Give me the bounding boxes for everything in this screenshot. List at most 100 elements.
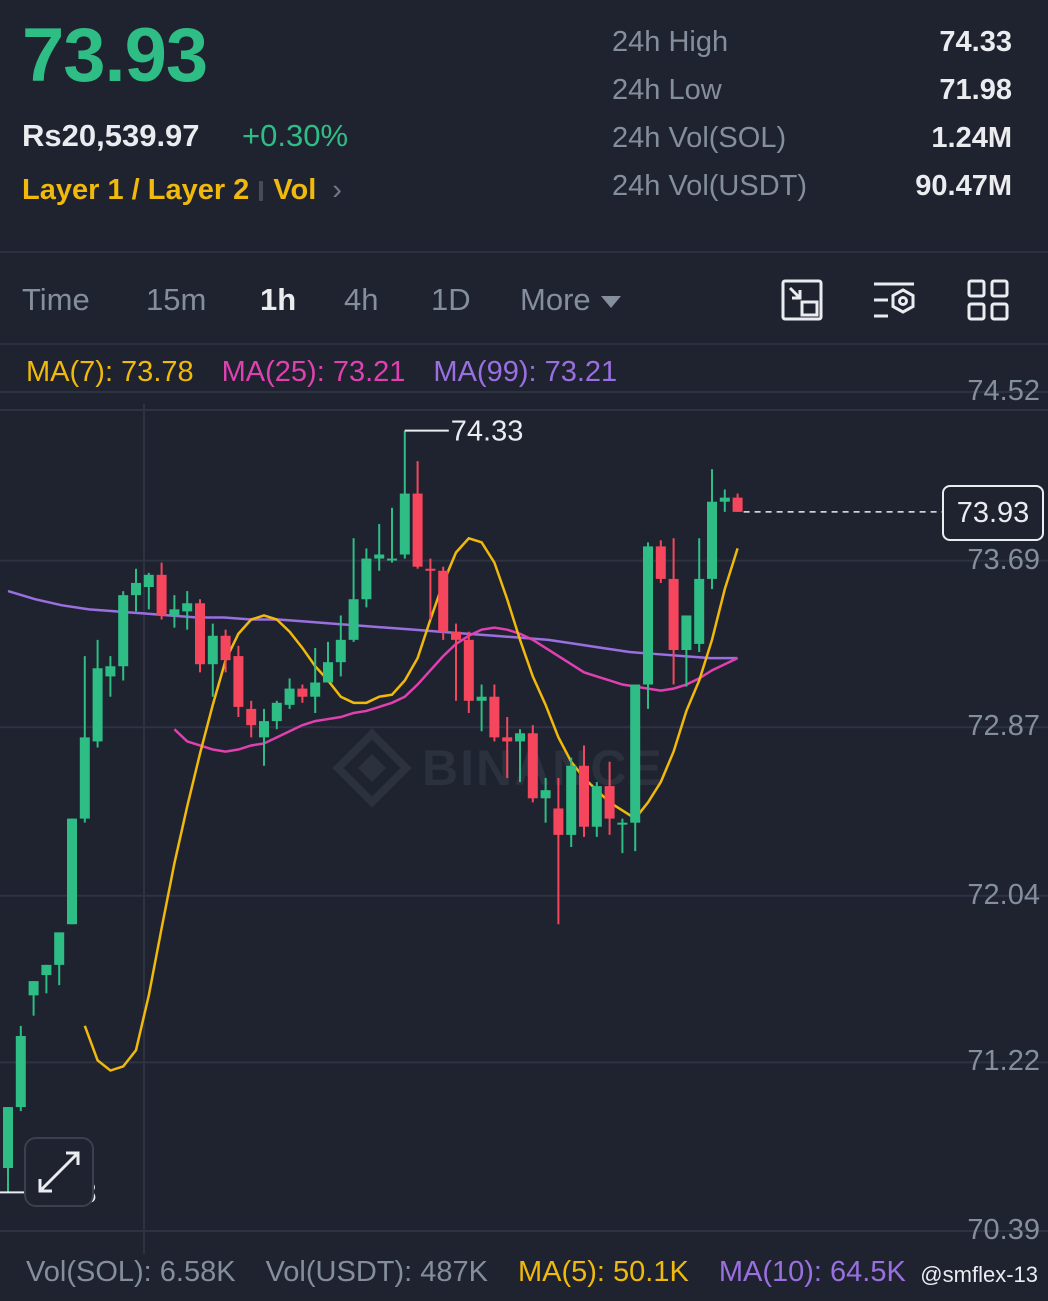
candle-body xyxy=(335,639,346,663)
candle-body xyxy=(67,818,77,925)
y-axis-tick-label: 72.87 xyxy=(967,710,1040,743)
candle-body xyxy=(259,721,269,738)
chart-type-icon[interactable] xyxy=(780,278,824,322)
vol-usdt: Vol(USDT): 487K xyxy=(265,1256,488,1288)
stat-value: 74.33 xyxy=(939,26,1012,58)
candle-body xyxy=(527,733,538,799)
stat-24h-vol-usdt: 24h Vol(USDT) 90.47M xyxy=(612,170,1012,218)
candle-body xyxy=(668,578,679,650)
stat-24h-high: 24h High 74.33 xyxy=(612,26,1012,74)
max-price-label: 74.33 xyxy=(451,416,524,448)
candle-body xyxy=(681,615,692,650)
candle-body xyxy=(707,501,717,579)
vol-sol: Vol(SOL): 6.58K xyxy=(26,1256,236,1288)
tag-layer[interactable]: Layer 1 / Layer 2 xyxy=(22,174,249,206)
candle-body xyxy=(655,546,666,579)
ticker-header: 73.93 Rs20,539.97 +0.30% Layer 1 / Layer… xyxy=(0,0,1048,252)
candle-body xyxy=(399,493,410,555)
stat-label: 24h Low xyxy=(612,74,722,106)
candle-body xyxy=(579,765,589,827)
indicator-settings-icon[interactable] xyxy=(872,278,916,322)
layout-grid-icon[interactable] xyxy=(966,278,1010,322)
price-chart[interactable]: BINANCE 74.3370.58 xyxy=(0,344,1048,1254)
candle-body xyxy=(143,574,154,588)
tag-vol[interactable]: Vol xyxy=(273,174,316,206)
tags-row[interactable]: Layer 1 / Layer 2 Vol › xyxy=(22,174,342,207)
candle-body xyxy=(643,546,653,685)
candle-body xyxy=(79,737,90,819)
candle-body xyxy=(195,603,205,665)
chart-annotations: 74.3370.58 xyxy=(0,416,942,1209)
candle-body xyxy=(15,1035,26,1108)
binance-watermark: BINANCE xyxy=(332,728,664,808)
stat-label: 24h Vol(USDT) xyxy=(612,170,808,202)
candle-body xyxy=(233,656,244,707)
fiat-price: Rs20,539.97 xyxy=(22,118,200,153)
candle-body xyxy=(169,609,180,616)
candle-body xyxy=(374,554,385,559)
ma7-value: MA(7): 73.78 xyxy=(26,356,194,388)
watermark-text: BINANCE xyxy=(422,740,664,796)
tab-4h[interactable]: 4h xyxy=(344,282,378,318)
candle-body xyxy=(425,568,436,571)
candle-body xyxy=(118,595,129,667)
tab-time[interactable]: Time xyxy=(22,282,90,318)
binance-logo-center xyxy=(358,754,386,782)
caret-down-icon xyxy=(600,295,621,308)
tab-1h[interactable]: 1h xyxy=(260,282,296,318)
candle-body xyxy=(297,688,308,697)
candle-body xyxy=(207,635,218,665)
candle-body xyxy=(54,932,65,965)
candle-body xyxy=(412,493,423,567)
fullscreen-button[interactable] xyxy=(24,1137,94,1207)
candle-body xyxy=(92,668,103,742)
candle-body xyxy=(284,688,295,705)
stat-label: 24h Vol(SOL) xyxy=(612,122,787,154)
ma99-line xyxy=(7,589,738,660)
expand-icon xyxy=(38,1151,80,1193)
last-price: 73.93 xyxy=(22,13,208,98)
candle-body xyxy=(451,631,461,640)
vol-ma5: MA(5): 50.1K xyxy=(517,1256,689,1288)
price-change-percent: +0.30% xyxy=(242,118,349,153)
timeframe-bar: Time 15m 1h 4h 1D More xyxy=(0,254,1048,344)
candle-body xyxy=(489,696,500,738)
y-axis-tick-label: 72.04 xyxy=(967,878,1040,911)
author-credit: @smflex-13 xyxy=(920,1262,1038,1287)
y-axis-tick-label: 74.52 xyxy=(967,375,1040,407)
y-axis-tick-label: 70.39 xyxy=(967,1214,1040,1246)
volume-legend: Vol(SOL): 6.58K Vol(USDT): 487K MA(5): 50.… xyxy=(26,1256,936,1289)
stat-value: 71.98 xyxy=(939,74,1012,106)
candle-body xyxy=(156,574,167,616)
stat-24h-vol-sol: 24h Vol(SOL) 1.24M xyxy=(612,122,1012,170)
vol-ma10: MA(10): 64.5K xyxy=(718,1256,906,1288)
ma99-value: MA(99): 73.21 xyxy=(433,356,618,388)
tab-1d[interactable]: 1D xyxy=(431,282,471,318)
tag-separator xyxy=(259,181,264,202)
candle-body xyxy=(591,786,602,827)
tab-15m[interactable]: 15m xyxy=(146,282,206,318)
candle-body xyxy=(476,696,487,701)
ma25-value: MA(25): 73.21 xyxy=(221,356,406,388)
candle-body xyxy=(310,682,321,697)
candle-body xyxy=(28,981,39,996)
candle-body xyxy=(361,558,372,600)
chevron-right-icon[interactable]: › xyxy=(332,174,342,206)
candle-body xyxy=(3,1107,13,1169)
chart-grid xyxy=(0,391,1048,1254)
ma-legend: MA(7): 73.78 MA(25): 73.21 MA(99): 73.21 xyxy=(26,356,645,389)
candle-body xyxy=(220,635,231,661)
tab-more[interactable]: More xyxy=(520,282,621,318)
candle-body xyxy=(617,822,628,825)
candle-body xyxy=(105,666,116,677)
candle-body xyxy=(323,662,333,683)
candles xyxy=(3,430,743,1193)
candle-body xyxy=(387,558,397,561)
header-divider xyxy=(0,251,1048,253)
candle-body xyxy=(540,790,551,799)
candle-body xyxy=(515,733,525,742)
stat-value: 1.24M xyxy=(931,122,1012,154)
candle-body xyxy=(438,570,449,632)
candle-body xyxy=(463,639,474,701)
candle-body xyxy=(553,808,564,835)
